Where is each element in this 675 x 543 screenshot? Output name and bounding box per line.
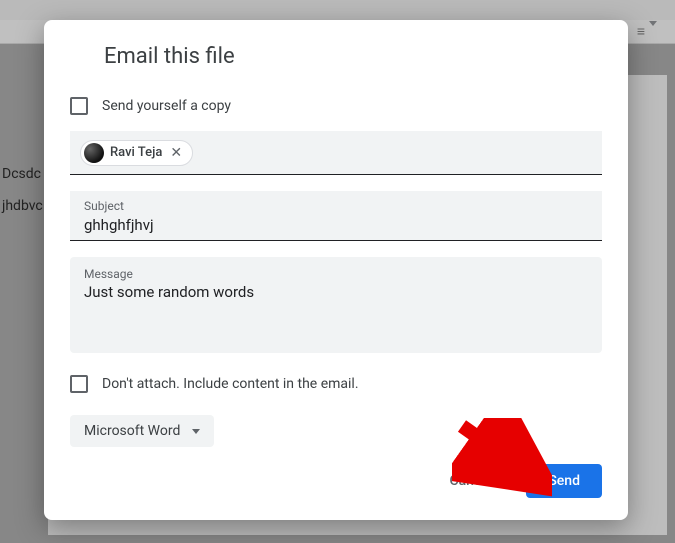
send-button[interactable]: Send [526, 464, 602, 498]
cancel-button[interactable]: Cancel [427, 464, 514, 498]
format-select[interactable]: Microsoft Word [70, 415, 214, 447]
send-copy-label: Send yourself a copy [102, 98, 231, 114]
send-copy-row[interactable]: Send yourself a copy [70, 97, 602, 115]
avatar [84, 143, 104, 163]
send-copy-checkbox[interactable] [70, 97, 88, 115]
recipient-name: Ravi Teja [110, 145, 162, 160]
dialog-actions: Cancel Send [427, 464, 602, 498]
dont-attach-row[interactable]: Don't attach. Include content in the ema… [70, 375, 602, 393]
format-value: Microsoft Word [84, 423, 180, 439]
message-field-wrapper[interactable]: Message Just some random words [70, 257, 602, 353]
remove-recipient-icon[interactable]: ✕ [168, 146, 184, 160]
bg-toolbar [0, 0, 675, 20]
email-file-dialog: Email this file Send yourself a copy Rav… [44, 20, 628, 520]
message-input[interactable]: Just some random words [84, 283, 588, 333]
dialog-title: Email this file [104, 44, 602, 69]
message-label: Message [84, 267, 588, 281]
dont-attach-label: Don't attach. Include content in the ema… [102, 376, 359, 392]
recipient-chip[interactable]: Ravi Teja ✕ [80, 140, 193, 166]
indent-icon: ≡ [637, 23, 645, 40]
subject-field-wrapper[interactable]: Subject [70, 191, 602, 241]
dropdown-icon [649, 26, 657, 41]
dont-attach-checkbox[interactable] [70, 375, 88, 393]
chevron-down-icon [192, 429, 200, 434]
subject-input[interactable] [84, 216, 588, 234]
bg-doc-text-2: jhdbvc [2, 198, 43, 214]
recipients-field[interactable]: Ravi Teja ✕ [70, 131, 602, 175]
bg-doc-text-1: Dcsdc [2, 166, 41, 182]
subject-label: Subject [84, 199, 588, 213]
